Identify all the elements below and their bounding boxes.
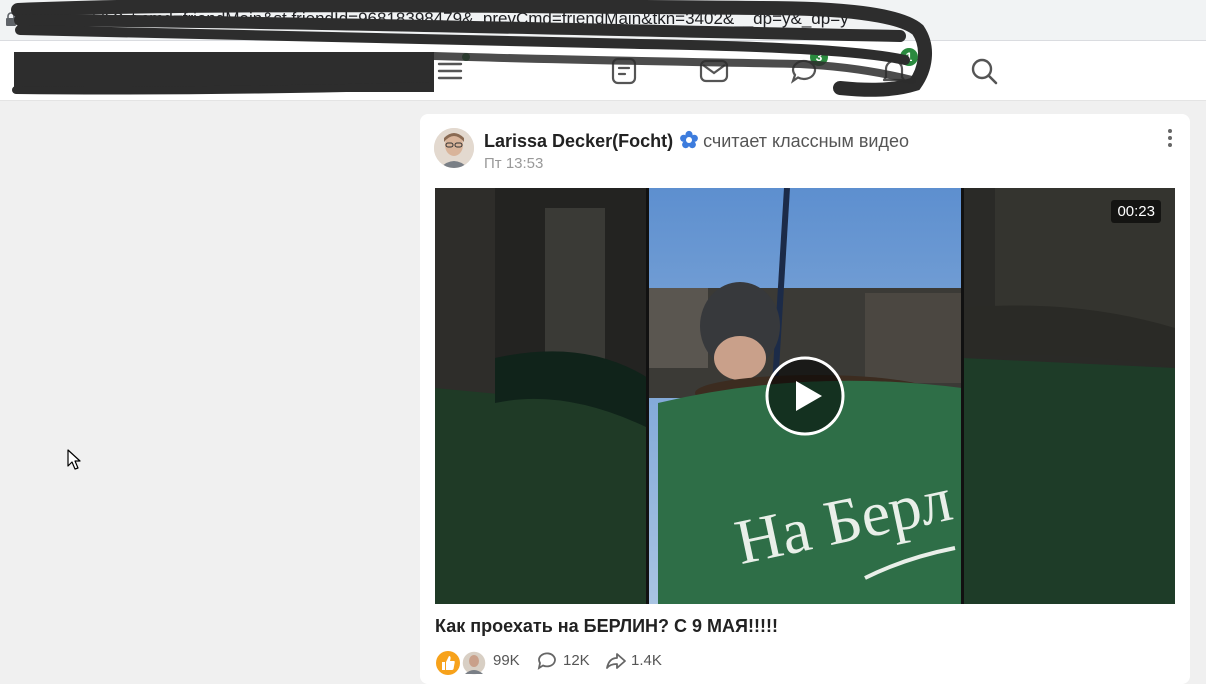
menu-icon[interactable]: [434, 55, 466, 87]
likes-count[interactable]: 99K: [493, 652, 520, 669]
video-title[interactable]: Как проехать на БЕРЛИН? С 9 МАЯ!!!!!: [435, 616, 778, 637]
avatar-photo: [434, 128, 474, 168]
shares-count[interactable]: 1.4K: [631, 652, 662, 669]
post-time[interactable]: Пт 13:53: [484, 155, 543, 172]
address-bar[interactable]: m.ok.ru/dk?st.cmd=friendMain&st.friendId…: [0, 0, 1206, 41]
url-text[interactable]: m.ok.ru/dk?st.cmd=friendMain&st.friendId…: [34, 9, 849, 29]
menu-new-dot: [462, 53, 470, 61]
feed-icon[interactable]: [608, 55, 640, 87]
author-name[interactable]: Larissa Decker(Focht): [484, 131, 673, 151]
share-icon[interactable]: [605, 652, 627, 670]
post-action-text: считает классным видео: [703, 131, 910, 151]
play-icon[interactable]: [765, 356, 845, 436]
comment-icon[interactable]: [537, 652, 557, 670]
friend-avatar-icon: [461, 650, 487, 676]
discussions-badge: 3: [810, 48, 828, 66]
mouse-cursor-icon: [67, 449, 81, 470]
top-navigation: 3 1: [0, 41, 1206, 101]
video-duration: 00:23: [1111, 200, 1161, 223]
comments-count[interactable]: 12K: [563, 652, 590, 669]
kebab-icon[interactable]: [1164, 128, 1176, 148]
post-header: Larissa Decker(Focht) считает классным в…: [484, 130, 909, 152]
flower-icon: [680, 130, 698, 149]
lock-icon: [6, 12, 16, 26]
author-avatar[interactable]: [434, 128, 474, 168]
notifications-badge: 1: [900, 48, 918, 66]
feed-post-card: Larissa Decker(Focht) считает классным в…: [420, 114, 1190, 684]
video-player[interactable]: На Берл 00:23: [435, 188, 1175, 604]
search-icon[interactable]: [968, 55, 1000, 87]
like-icon[interactable]: [435, 650, 461, 676]
mail-icon[interactable]: [698, 55, 730, 87]
